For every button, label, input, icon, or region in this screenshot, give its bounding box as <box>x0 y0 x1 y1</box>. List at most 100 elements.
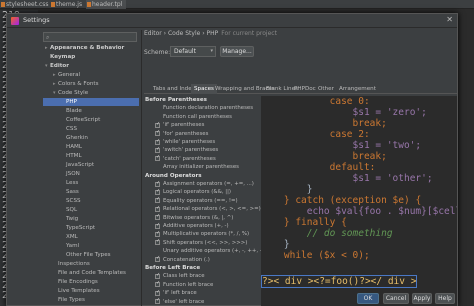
code-line-html: ?>< div ><?=foo()?></ div > <box>261 275 418 288</box>
sidebar-item[interactable]: ▸ General <box>43 71 139 79</box>
code-line: while ($x < 0); <box>283 250 370 261</box>
sidebar-item[interactable]: Gherkin <box>43 134 139 142</box>
settings-tree: ▸ Appearance & Behavior Keymap ▾ Editor ▸ Gene… <box>43 44 139 306</box>
option-label: Bitwise operators (&, |, ^) <box>163 214 234 221</box>
option-label: Function call parentheses <box>163 113 232 120</box>
sidebar-item-label: Twig <box>66 216 79 222</box>
sidebar-item[interactable]: Blade <box>43 107 139 115</box>
code-line: $s1 = 'other'; <box>352 173 433 184</box>
code-line: break; <box>352 151 387 162</box>
option-label: Assignment operators (=, +=, ...) <box>163 181 254 187</box>
option-label: Class left brace <box>163 273 205 280</box>
cancel-button[interactable]: Cancel <box>383 293 409 304</box>
dialog-titlebar: Settings ✕ <box>7 14 457 28</box>
sidebar-item[interactable]: File and Code Templates <box>43 269 139 277</box>
sidebar-item-label: TypeScript <box>66 225 96 231</box>
sidebar-item-label: File and Code Templates <box>58 270 126 276</box>
settings-search-input[interactable]: ⌕ <box>43 32 137 42</box>
editor-tab[interactable]: theme.js <box>50 0 82 9</box>
apply-button[interactable]: Apply <box>412 293 432 304</box>
option-checkbox[interactable] <box>155 230 160 237</box>
sidebar-item-label: CoffeeScript <box>66 117 101 123</box>
search-icon: ⌕ <box>46 34 50 41</box>
splitter[interactable] <box>141 30 142 306</box>
sidebar-item-label: JSON <box>66 171 80 177</box>
option-label: Equality operators (==, !=) <box>163 197 238 204</box>
option-checkbox[interactable] <box>155 280 160 288</box>
option-label: Concatenation (.) <box>163 256 210 263</box>
option-checkbox[interactable] <box>155 255 160 263</box>
close-icon[interactable]: ✕ <box>446 15 453 24</box>
sidebar-item[interactable]: TypeScript <box>43 224 139 232</box>
scheme-select[interactable]: Default ▾ <box>170 46 216 57</box>
options-section-header[interactable]: Before Left Brace <box>145 264 200 272</box>
sidebar-item-label: HAML <box>66 144 82 150</box>
sidebar-item[interactable]: Other File Types <box>43 251 139 259</box>
sidebar-item[interactable]: Inspections <box>43 260 139 268</box>
sidebar-item[interactable]: ▸ Appearance & Behavior <box>43 44 139 52</box>
option-checkbox[interactable] <box>155 188 160 195</box>
option-checkbox[interactable] <box>155 121 160 128</box>
dialog-title: Settings <box>23 16 50 24</box>
tab-other[interactable]: Other <box>315 84 337 94</box>
sidebar-item[interactable]: JavaScript <box>43 161 139 169</box>
sidebar-item[interactable]: Twig <box>43 215 139 223</box>
option-checkbox[interactable] <box>155 196 160 204</box>
sidebar-item[interactable]: SQL <box>43 206 139 214</box>
editor-tab[interactable]: stylesheet.css <box>0 0 49 9</box>
option-checkbox[interactable] <box>155 272 160 279</box>
sidebar-item[interactable]: Yaml <box>43 242 139 250</box>
option-checkbox[interactable] <box>155 222 160 229</box>
sidebar-item-label: Appearance & Behavior <box>50 45 125 51</box>
option-label: Logical operators (&&, ||) <box>163 189 231 196</box>
option-checkbox[interactable] <box>155 213 160 221</box>
sidebar-item[interactable]: XML <box>43 233 139 241</box>
sidebar-item[interactable]: HAML <box>43 143 139 151</box>
sidebar-item[interactable]: SCSS <box>43 197 139 205</box>
sidebar-item-label: Other File Types <box>66 252 111 258</box>
sidebar-item[interactable]: File Encodings <box>43 278 139 286</box>
option-checkbox[interactable] <box>155 129 160 137</box>
sidebar-item[interactable]: Less <box>43 179 139 187</box>
help-button[interactable]: Help <box>435 293 455 304</box>
editor-tab[interactable]: header.tpl <box>86 0 126 9</box>
option-checkbox[interactable] <box>155 138 160 145</box>
file-icon <box>87 2 91 7</box>
sidebar-item[interactable]: HTML <box>43 152 139 160</box>
option-checkbox[interactable] <box>155 238 160 246</box>
sidebar-item[interactable]: CoffeeScript <box>43 116 139 124</box>
ok-button[interactable]: OK <box>357 293 379 304</box>
code-line: case 2: <box>329 129 370 140</box>
option-checkbox[interactable] <box>155 154 160 162</box>
sidebar-item-label: Blade <box>66 108 82 114</box>
sidebar-item-label: Sass <box>66 189 79 195</box>
sidebar-item[interactable]: JSON <box>43 170 139 178</box>
sidebar-item-label: JavaScript <box>66 162 95 168</box>
style-tabs: Tabs and Indents Spaces Wrapping and Bra… <box>144 84 457 94</box>
sidebar-item[interactable]: ▾ Code Style <box>43 89 139 97</box>
options-section-header[interactable]: Around Operators <box>145 172 202 180</box>
option-checkbox[interactable] <box>155 146 160 153</box>
sidebar-item-label: XML <box>66 234 78 240</box>
sidebar-item[interactable]: PHP <box>43 98 139 106</box>
sidebar-item-label: File Encodings <box>58 279 98 285</box>
sidebar-item[interactable]: ▸ Colors & Fonts <box>43 80 139 88</box>
sidebar-item-label: General <box>58 72 81 78</box>
tab-arrangement[interactable]: Arrangement <box>336 84 379 94</box>
manage-button[interactable]: Manage... <box>220 46 254 57</box>
sidebar-item[interactable]: ▾ Editor <box>43 62 139 70</box>
sidebar-item-label: Code Style <box>58 90 89 96</box>
sidebar-item-label: Editor <box>50 63 70 69</box>
options-section-header[interactable]: Before Parentheses <box>145 96 207 104</box>
option-label: 'if' parentheses <box>163 122 205 129</box>
sidebar-item[interactable]: CSS <box>43 125 139 133</box>
sidebar-item-label: Inspections <box>58 261 90 267</box>
option-label: Unary additive operators (+, -, ++, --) <box>163 248 266 255</box>
sidebar-item[interactable]: Keymap <box>43 53 139 61</box>
phpstorm-logo-icon <box>11 17 19 25</box>
option-label: Multiplicative operators (*, /, %) <box>163 231 250 238</box>
sidebar-item[interactable]: Sass <box>43 188 139 196</box>
option-checkbox[interactable] <box>155 180 160 187</box>
breadcrumb: Editor › Code Style › PHP For current pro… <box>144 30 277 37</box>
option-checkbox[interactable] <box>155 205 160 212</box>
